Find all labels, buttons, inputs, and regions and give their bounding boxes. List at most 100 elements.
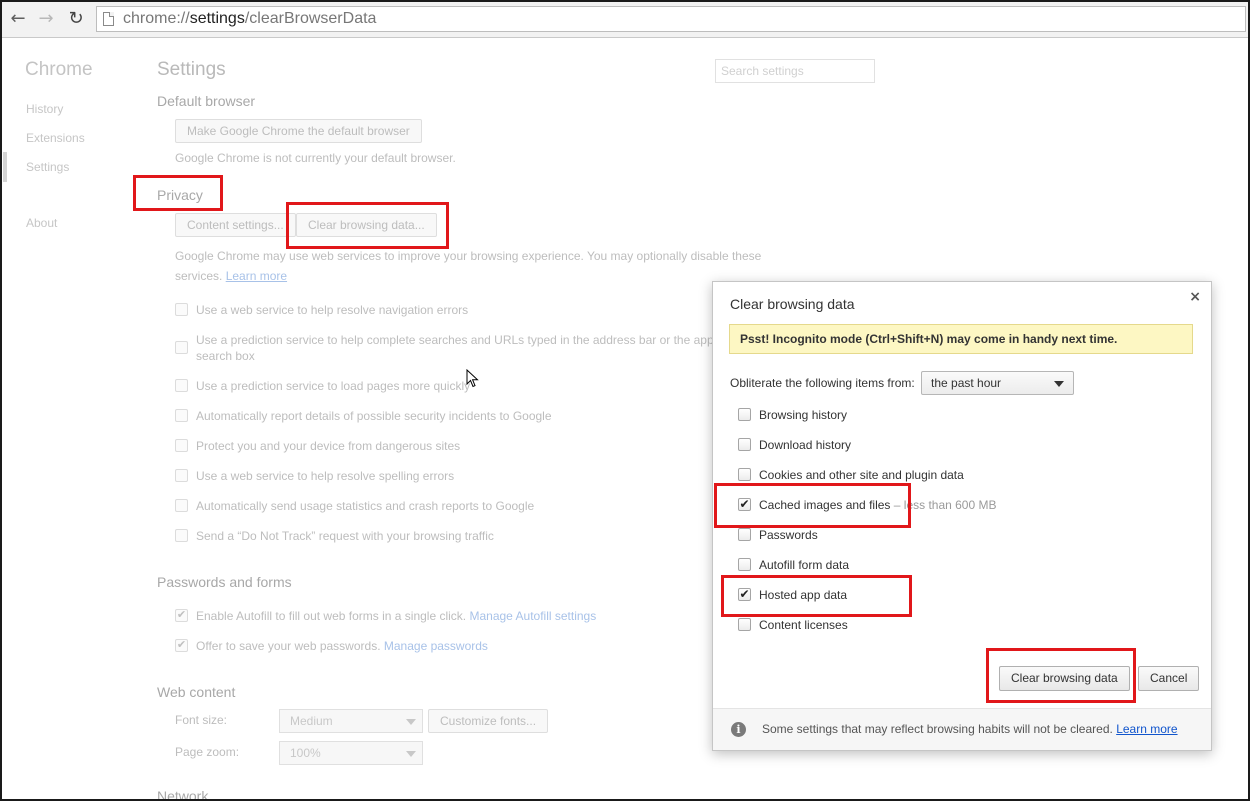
search-settings-input[interactable]: Search settings [715,59,875,83]
font-size-value: Medium [290,714,333,728]
font-size-select[interactable]: Medium [279,709,423,733]
option-label: Autofill form data [759,558,850,572]
content-settings-button[interactable]: Content settings... [175,213,296,237]
checkbox[interactable] [175,379,188,392]
url-host: settings [189,10,245,27]
reload-icon[interactable]: ↻ [64,7,88,31]
page-icon [103,12,114,26]
privacy-description-services: services. [175,269,223,283]
privacy-description-line2: services. Learn more [175,266,761,286]
sidebar-item-history[interactable]: History [26,102,63,116]
checkbox[interactable] [738,408,751,421]
url-text: chrome://settings/clearBrowserData [123,10,376,28]
incognito-tip-banner: Psst! Incognito mode (Ctrl+Shift+N) may … [729,324,1193,354]
font-size-label: Font size: [175,713,228,727]
checkbox[interactable] [175,529,188,542]
checkbox[interactable] [738,468,751,481]
option-label: Protect you and your device from dangero… [196,439,461,453]
time-range-select[interactable]: the past hour [921,371,1074,395]
checkbox[interactable] [738,558,751,571]
section-default-browser: Default browser [157,93,256,109]
option-label: Browsing history [759,408,848,422]
page-zoom-select[interactable]: 100% [279,741,423,765]
option-label: Use a prediction service to load pages m… [196,379,471,393]
checkbox[interactable]: ✔ [175,609,188,622]
sidebar-item-about[interactable]: About [26,216,57,230]
option-label: Offer to save your web passwords. Manage… [196,638,488,654]
privacy-description-line1: Google Chrome may use web services to im… [175,249,762,263]
checkbox[interactable] [175,469,188,482]
option-label: Content licenses [759,618,848,632]
cache-size-note: – less than 600 MB [893,498,997,512]
section-privacy: Privacy [157,187,203,203]
option-label-continued: search box [196,349,255,363]
option-label: Enable Autofill to fill out web forms in… [196,608,596,624]
address-bar[interactable]: chrome://settings/clearBrowserData [96,6,1246,32]
manage-passwords-link[interactable]: Manage passwords [384,639,488,653]
checkbox[interactable] [175,341,188,354]
clear-browsing-data-settings-button[interactable]: Clear browsing data... [296,213,437,237]
checkbox[interactable] [175,439,188,452]
checkbox[interactable]: ✔ [175,639,188,652]
option-label: Use a prediction service to help complet… [196,333,714,347]
checkbox[interactable] [738,438,751,451]
section-network: Network [157,788,209,804]
time-range-value: the past hour [931,376,1002,390]
checkbox[interactable] [738,618,751,631]
clear-browsing-data-dialog: Clear browsing data × Psst! Incognito mo… [712,281,1212,751]
option-label: Passwords [759,528,818,542]
dialog-title: Clear browsing data [730,296,855,312]
footer-note: Some settings that may reflect browsing … [762,722,1178,736]
checkbox[interactable] [175,499,188,512]
save-passwords-label: Offer to save your web passwords. [196,639,381,653]
option-label: Send a “Do Not Track” request with your … [196,529,494,543]
autofill-label: Enable Autofill to fill out web forms in… [196,609,467,623]
manage-autofill-link[interactable]: Manage Autofill settings [469,609,596,623]
forward-arrow-icon[interactable]: → [34,7,58,31]
close-icon[interactable]: × [1189,289,1201,305]
option-label: Download history [759,438,852,452]
url-scheme: chrome:// [123,10,190,27]
sidebar-item-extensions[interactable]: Extensions [26,131,85,145]
checkbox-checked[interactable]: ✔ [738,588,751,601]
make-default-button[interactable]: Make Google Chrome the default browser [175,119,422,143]
sidebar-item-settings[interactable]: Settings [26,160,69,174]
option-label: Use a web service to help resolve naviga… [196,303,469,317]
obliterate-label: Obliterate the following items from: [730,376,915,390]
checkbox[interactable] [738,528,751,541]
chevron-down-icon [406,751,416,757]
page-zoom-label: Page zoom: [175,745,240,759]
checkbox-checked[interactable]: ✔ [738,498,751,511]
info-icon: i [731,722,746,737]
footer-note-text: Some settings that may reflect browsing … [762,722,1113,736]
mouse-pointer-icon [466,369,479,388]
sidebar-brand: Chrome [25,59,93,80]
chevron-down-icon [1054,381,1064,387]
option-label: Hosted app data [759,588,848,602]
section-passwords-forms: Passwords and forms [157,574,292,590]
customize-fonts-button[interactable]: Customize fonts... [428,709,549,733]
option-label: Cached images and files – less than 600 … [759,497,997,513]
chevron-down-icon [406,719,416,725]
back-arrow-icon[interactable]: ← [6,7,30,31]
section-web-content: Web content [157,684,236,700]
checkbox[interactable] [175,409,188,422]
clear-browsing-data-button[interactable]: Clear browsing data [999,666,1130,691]
footer-learn-more-link[interactable]: Learn more [1116,722,1177,736]
page-title: Settings [157,59,226,80]
url-path: /clearBrowserData [244,10,377,27]
browser-toolbar: ← → ↻ chrome://settings/clearBrowserData [0,0,1250,38]
option-label: Automatically send usage statistics and … [196,499,535,513]
privacy-learn-more-link[interactable]: Learn more [226,269,287,283]
option-label: Cookies and other site and plugin data [759,468,964,482]
dialog-footer: i Some settings that may reflect browsin… [713,708,1211,750]
page-zoom-value: 100% [290,746,321,760]
option-label: Use a web service to help resolve spelli… [196,469,455,483]
option-label: Automatically report details of possible… [196,409,552,423]
checkbox[interactable] [175,303,188,316]
privacy-description: Google Chrome may use web services to im… [175,246,761,286]
default-browser-status: Google Chrome is not currently your defa… [175,151,456,165]
sidebar-active-indicator [3,152,7,182]
cancel-button[interactable]: Cancel [1138,666,1200,691]
cached-images-label: Cached images and files [759,498,891,512]
